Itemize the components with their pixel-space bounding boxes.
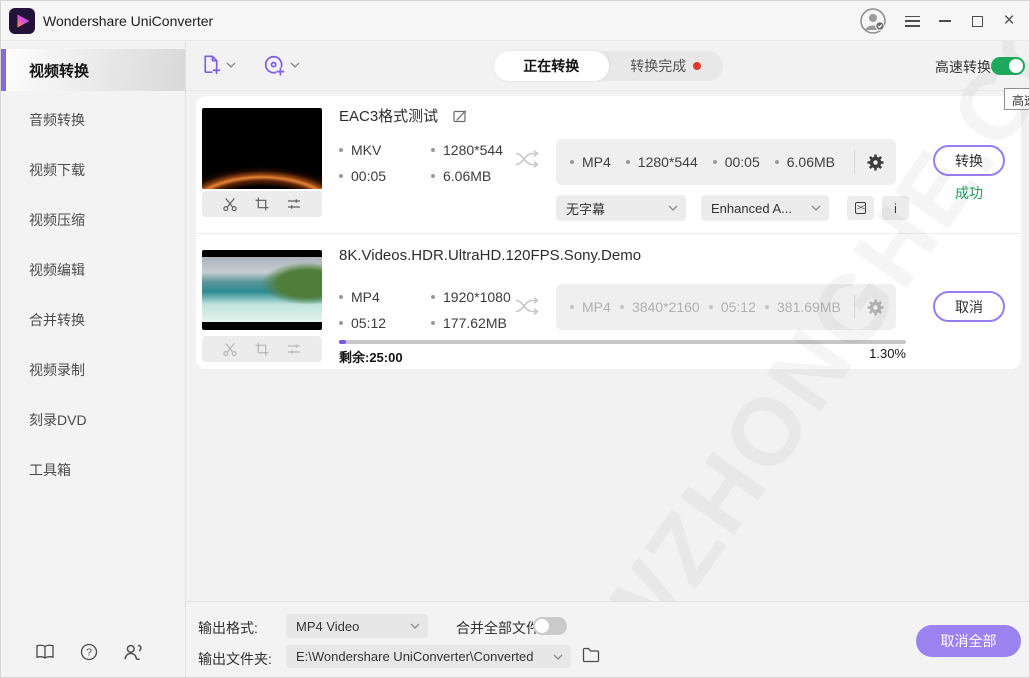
output-folder-label: 输出文件夹: xyxy=(198,649,272,669)
guide-book-icon[interactable] xyxy=(35,643,55,661)
toggle-knob xyxy=(1009,59,1023,73)
convert-arrow-icon xyxy=(514,149,542,169)
fast-convert-label: 高速转换 xyxy=(935,57,991,77)
maximize-button[interactable] xyxy=(964,9,990,33)
task-list: EAC3格式测试 MKV 1280*544 00:05 6.06MB M xyxy=(196,96,1021,369)
chevron-down-icon xyxy=(668,205,678,211)
settings-gear-icon[interactable] xyxy=(867,154,884,171)
convert-button[interactable]: 转换 xyxy=(933,145,1005,176)
sidebar-item-video-convert[interactable]: 视频转换 xyxy=(1,49,185,91)
rename-icon[interactable] xyxy=(452,108,468,124)
settings-gear-icon xyxy=(867,299,884,316)
time-remaining: 剩余:25:00 xyxy=(339,347,403,366)
toggle-knob xyxy=(535,619,549,633)
add-file-icon xyxy=(199,53,222,76)
sidebar-item-video-download[interactable]: 视频下载 xyxy=(1,149,185,191)
merge-all-toggle[interactable] xyxy=(533,617,567,635)
sidebar-item-video-edit[interactable]: 视频编辑 xyxy=(1,249,185,291)
progress-fill xyxy=(339,340,346,344)
output-folder-select[interactable]: E:\Wondershare UniConverter\Converted xyxy=(286,645,571,668)
app-window: Wondershare UniConverter × 视频转换 音频转换 视频下… xyxy=(0,0,1030,678)
sidebar-item-merge-convert[interactable]: 合并转换 xyxy=(1,299,185,341)
task-row-1: EAC3格式测试 MKV 1280*544 00:05 6.06MB M xyxy=(196,96,1021,233)
source-info: MKV 1280*544 00:05 6.06MB xyxy=(339,142,509,184)
add-disc-icon xyxy=(262,53,286,77)
convert-arrow-icon xyxy=(514,296,542,316)
merge-all-label: 合并全部文件 xyxy=(456,618,540,638)
sidebar-item-burn-dvd[interactable]: 刻录DVD xyxy=(1,399,185,441)
titlebar: Wondershare UniConverter × xyxy=(1,1,1030,41)
chevron-down-icon xyxy=(553,654,563,660)
video-thumbnail xyxy=(202,250,322,330)
notification-dot xyxy=(693,62,701,70)
sidebar-item-audio-convert[interactable]: 音频转换 xyxy=(1,99,185,141)
source-info: MP4 1920*1080 05:12 177.62MB xyxy=(339,289,509,331)
app-title: Wondershare UniConverter xyxy=(43,13,213,29)
open-folder-icon[interactable] xyxy=(582,647,600,663)
chevron-down-icon xyxy=(290,62,300,68)
output-format-select[interactable]: MP4 Video xyxy=(286,614,428,638)
tab-converting[interactable]: 正在转换 xyxy=(494,51,609,81)
crop-icon[interactable] xyxy=(254,196,270,212)
sidebar-item-toolbox[interactable]: 工具箱 xyxy=(1,449,185,491)
tab-finished[interactable]: 转换完成 xyxy=(609,51,724,81)
fast-convert-toggle[interactable] xyxy=(991,57,1025,75)
output-bar: 输出格式: MP4 Video 合并全部文件 输出文件夹: E:\Wonders… xyxy=(186,601,1030,678)
sidebar-item-video-compress[interactable]: 视频压缩 xyxy=(1,199,185,241)
menu-icon[interactable] xyxy=(899,9,925,33)
add-from-device-button[interactable] xyxy=(262,53,300,77)
cancel-button[interactable]: 取消 xyxy=(933,291,1005,322)
crop-icon[interactable] xyxy=(254,341,270,357)
content-area: WZHONGHE.COM 正在转换 xyxy=(186,41,1030,678)
svg-text:?: ? xyxy=(86,647,92,659)
task-title: EAC3格式测试 xyxy=(339,105,468,126)
add-file-button[interactable] xyxy=(199,53,236,76)
compress-button[interactable]: >< xyxy=(847,196,874,220)
toolbar: 正在转换 转换完成 高速转换 xyxy=(186,41,1030,91)
video-thumbnail xyxy=(202,108,322,189)
fast-convert-tooltip: 高速 xyxy=(1004,88,1030,110)
cancel-all-button[interactable]: 取消全部 xyxy=(916,625,1021,657)
sidebar-item-screen-record[interactable]: 视频录制 xyxy=(1,349,185,391)
trim-icon[interactable] xyxy=(222,196,238,212)
status-success: 成功 xyxy=(933,183,1005,203)
edit-toolbar xyxy=(202,191,322,217)
target-settings[interactable]: MP4 1280*544 00:05 6.06MB xyxy=(556,139,896,185)
task-title: 8K.Videos.HDR.UltraHD.120FPS.Sony.Demo xyxy=(339,247,641,264)
task-row-2: 8K.Videos.HDR.UltraHD.120FPS.Sony.Demo M… xyxy=(196,233,1021,369)
trim-icon[interactable] xyxy=(222,341,238,357)
effects-icon[interactable] xyxy=(286,341,302,357)
info-button[interactable]: i xyxy=(882,196,909,220)
account-avatar[interactable] xyxy=(859,7,887,35)
chevron-down-icon xyxy=(811,205,821,211)
app-logo-icon xyxy=(9,8,35,34)
sidebar-footer: ? xyxy=(1,643,186,661)
effects-icon[interactable] xyxy=(286,196,302,212)
progress-bar xyxy=(339,340,906,344)
subtitle-select[interactable]: 无字幕 xyxy=(556,195,686,221)
chevron-down-icon xyxy=(226,62,236,68)
help-icon[interactable]: ? xyxy=(79,643,99,661)
convert-tabs: 正在转换 转换完成 xyxy=(494,51,723,81)
target-settings: MP4 3840*2160 05:12 381.69MB xyxy=(556,284,896,330)
edit-toolbar xyxy=(202,336,322,362)
output-format-label: 输出格式: xyxy=(198,618,258,638)
sidebar: 视频转换 音频转换 视频下载 视频压缩 视频编辑 合并转换 视频录制 刻录DVD… xyxy=(1,41,186,678)
chevron-down-icon xyxy=(410,623,420,629)
minimize-button[interactable] xyxy=(932,9,958,33)
progress-percent: 1.30% xyxy=(756,346,906,361)
close-button[interactable]: × xyxy=(996,9,1022,33)
feedback-icon[interactable] xyxy=(123,643,143,661)
audio-track-select[interactable]: Enhanced A... xyxy=(701,195,829,221)
